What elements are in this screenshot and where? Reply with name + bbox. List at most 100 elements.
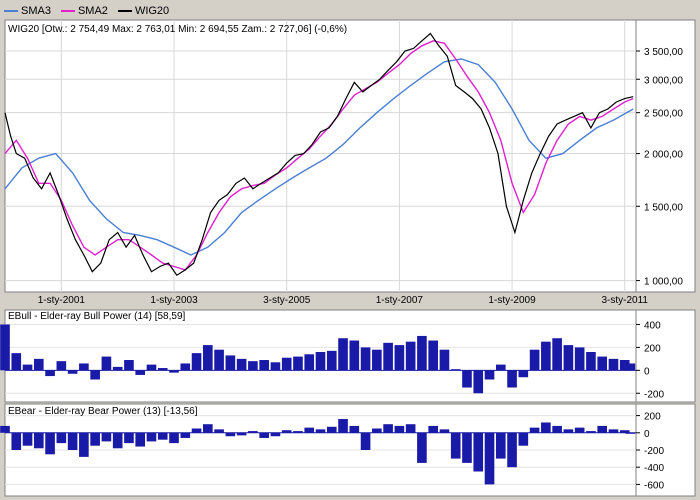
bear-bar — [450, 432, 461, 459]
bear-bar — [112, 432, 123, 449]
bear-bar — [22, 432, 33, 446]
bear-bar — [507, 432, 517, 468]
bull-bar — [625, 363, 636, 371]
bear-bar — [541, 422, 551, 433]
bull-bar — [360, 347, 371, 371]
bull-bar — [563, 345, 574, 371]
bear-bar — [124, 432, 134, 444]
bear-ytick-label-2: -200 — [644, 446, 664, 457]
bear-bar — [608, 429, 619, 433]
bull-bar — [225, 355, 236, 371]
bear-bar — [56, 432, 67, 444]
bear-bar — [203, 424, 213, 433]
bull-bar — [495, 364, 506, 371]
bull-bar — [417, 335, 427, 371]
bear-bar — [315, 429, 326, 433]
main-ytick-label-2: 2 000,00 — [644, 150, 683, 161]
bull-bar — [101, 356, 112, 371]
bull-bar — [203, 345, 213, 371]
bear-bar — [157, 432, 168, 440]
bull-bar — [529, 349, 540, 371]
bull-bar — [405, 341, 416, 371]
bull-ytick-label-0: 400 — [644, 320, 661, 331]
bull-bar — [608, 358, 619, 371]
bull-bar — [56, 361, 67, 371]
bear-bar — [304, 427, 315, 433]
bull-bar — [11, 353, 22, 371]
bull-bar — [304, 354, 315, 371]
bear-bar — [417, 432, 427, 463]
bull-bar — [349, 340, 360, 371]
bear-bar — [67, 432, 78, 450]
x-tick-label-1: 1-sty-2003 — [150, 295, 198, 306]
bull-bar — [586, 351, 596, 371]
bear-bar — [439, 429, 450, 433]
main-ytick-label-0: 1 000,00 — [644, 277, 683, 288]
bear-bar — [146, 432, 157, 442]
bear-bar — [529, 427, 540, 433]
bull-bar — [67, 370, 78, 374]
bear-bar — [428, 425, 438, 433]
bull-bar — [541, 341, 551, 371]
bull-bar — [326, 350, 337, 371]
bear-bar — [349, 425, 360, 433]
bull-bar — [135, 370, 146, 375]
bear-bar — [79, 432, 89, 457]
bull-bar — [45, 370, 55, 377]
bear-bar — [405, 424, 416, 433]
bull-ytick-label-1: 200 — [644, 343, 661, 354]
bear-bar — [372, 428, 382, 433]
bull-bar — [236, 358, 247, 371]
bull-bar — [281, 357, 292, 371]
bear-bar — [462, 432, 472, 463]
bull-ytick-label-2: 0 — [644, 366, 650, 377]
bull-bar — [191, 353, 202, 371]
bull-bar — [214, 349, 224, 371]
bear-bar — [518, 432, 529, 446]
bull-bar — [473, 370, 484, 394]
bull-bar — [315, 351, 326, 371]
main-ytick-label-1: 1 500,00 — [644, 202, 683, 213]
bear-bar — [33, 432, 44, 449]
bear-ytick-label-0: 200 — [644, 412, 661, 423]
bull-bar — [293, 356, 303, 371]
bear-bar — [383, 424, 393, 433]
bull-bar — [180, 363, 191, 371]
bear-bar — [495, 432, 506, 459]
bear-bar — [169, 432, 179, 444]
x-tick-label-3: 1-sty-2007 — [376, 295, 424, 306]
bear-ytick-label-4: -600 — [644, 480, 664, 491]
bear-bar — [552, 425, 562, 433]
bull-bar — [90, 370, 100, 380]
bear-bar — [259, 432, 269, 438]
bull-bar — [112, 366, 123, 371]
panel-frame-0 — [4, 19, 696, 293]
bull-bar — [372, 349, 382, 371]
bear-bar — [0, 425, 10, 433]
bull-bar — [518, 370, 529, 378]
main-chart-title: WIG20 [Otw.: 2 754,49 Max: 2 763,01 Min:… — [8, 24, 348, 35]
bull-bar — [33, 358, 44, 371]
bear-bar — [270, 432, 281, 437]
bear-bar — [225, 432, 236, 437]
bull-bar — [552, 338, 562, 371]
bear-bar — [214, 429, 224, 433]
bear-bar — [101, 432, 112, 442]
main-ytick-label-3: 2 500,00 — [644, 109, 683, 120]
bull-bar — [507, 370, 517, 388]
bear-bar — [574, 427, 585, 433]
bull-bar — [79, 363, 89, 371]
bear-bar — [90, 432, 100, 446]
bear-bar — [11, 432, 22, 450]
bear-bar — [473, 432, 484, 472]
bear-ytick-label-3: -400 — [644, 463, 664, 474]
bull-bar — [597, 356, 608, 371]
main-ytick-label-4: 3 000,00 — [644, 75, 683, 86]
bull-bar — [394, 345, 405, 371]
bull-bar — [22, 364, 33, 371]
x-tick-label-5: 3-sty-2011 — [601, 295, 648, 306]
bull-bar — [248, 361, 258, 371]
bull-bar — [462, 370, 472, 388]
bear-bar — [394, 425, 405, 433]
chart-canvas: 1 000,00 1 500,00 2 000,00 2 500,00 3 000,00… — [0, 19, 696, 497]
